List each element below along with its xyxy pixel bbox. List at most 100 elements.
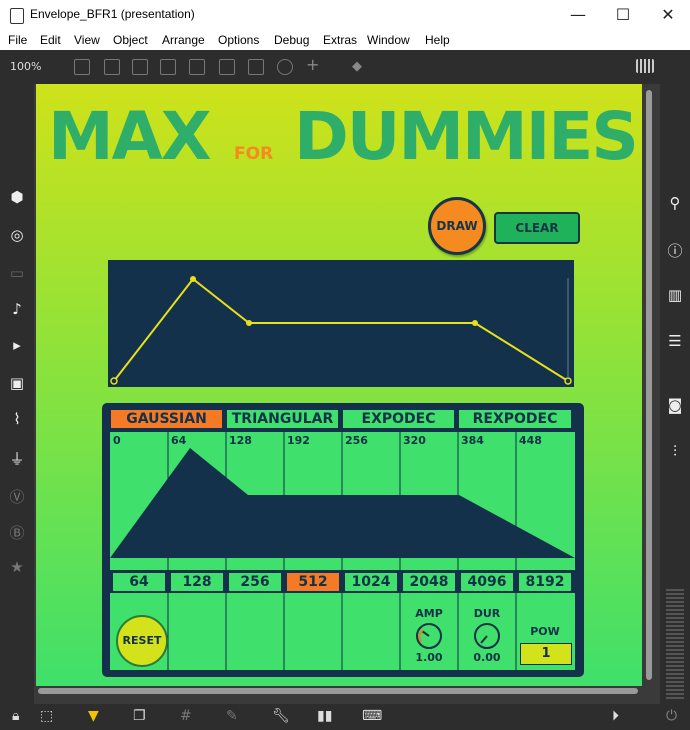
message-box-icon[interactable] [74, 59, 90, 75]
wrench-icon[interactable]: 🔧︎ [272, 708, 290, 724]
menu-view[interactable]: View [74, 33, 100, 47]
size-button-4096[interactable]: 4096 [460, 572, 514, 592]
dial-icon[interactable] [277, 59, 293, 75]
menu-bar: File Edit View Object Arrange Options De… [0, 30, 690, 50]
package-icon[interactable]: ⬢ [5, 188, 29, 206]
close-button[interactable]: ✕ [648, 3, 688, 27]
plug-icon[interactable]: ⏚ [5, 448, 29, 469]
tab-gaussian[interactable]: GAUSSIAN [110, 409, 223, 429]
size-button-256[interactable]: 256 [228, 572, 282, 592]
envelope-point[interactable] [472, 320, 478, 326]
menu-options[interactable]: Options [218, 33, 259, 47]
mixer-icon[interactable]: ⫶ [663, 442, 687, 460]
horizontal-scrollbar[interactable] [38, 688, 638, 694]
menu-object[interactable]: Object [113, 33, 148, 47]
search-icon[interactable]: ⚲ [663, 194, 687, 212]
envelope-point[interactable] [564, 377, 572, 385]
index-label: 384 [461, 434, 484, 447]
envelope-graph[interactable] [108, 260, 574, 387]
zoom-level[interactable]: 100% [10, 60, 41, 73]
maximize-button[interactable]: ☐ [603, 3, 643, 27]
keyboard-icon[interactable]: ⌨ [362, 708, 382, 724]
menu-help[interactable]: Help [425, 33, 450, 47]
logo: MAX FOR DUMMIES [48, 98, 648, 178]
lock-icon[interactable]: 🔒︎ [12, 708, 19, 724]
size-button-8192[interactable]: 8192 [518, 572, 572, 592]
envelope-editor[interactable] [108, 260, 574, 387]
toolbar: 100% + ◆ [0, 50, 690, 84]
piano-icon[interactable]: ▮▮ [317, 708, 332, 724]
amp-dial-needle [418, 629, 430, 643]
bang-icon[interactable] [189, 59, 205, 75]
index-label: 320 [403, 434, 426, 447]
amp-label: AMP [415, 607, 443, 620]
index-label: 0 [113, 434, 121, 447]
draw-button[interactable]: DRAW [428, 197, 486, 255]
reference-book-icon[interactable]: ▥ [663, 286, 687, 304]
waveform-display[interactable]: 0 64 128 192 256 320 384 448 [110, 432, 575, 570]
title-bar: Envelope_BFR1 (presentation) — ☐ ✕ [0, 0, 690, 30]
paperclip-icon[interactable]: ⌇ [5, 410, 29, 428]
menu-window[interactable]: Window [367, 33, 410, 47]
tab-rexpodec[interactable]: REXPODEC [458, 409, 572, 429]
menu-file[interactable]: File [8, 33, 27, 47]
power-icon[interactable]: ⏻ [666, 708, 677, 724]
snapshot-icon[interactable]: ◙ [663, 396, 687, 414]
index-label: 64 [171, 434, 187, 447]
size-button-2048[interactable]: 2048 [402, 572, 456, 592]
amp-value: 1.00 [415, 651, 443, 664]
envelope-point[interactable] [190, 276, 196, 282]
tab-triangular[interactable]: TRIANGULAR [226, 409, 339, 429]
play-object-icon[interactable] [219, 59, 235, 75]
menu-debug[interactable]: Debug [274, 33, 309, 47]
slider-icon[interactable] [248, 59, 264, 75]
menu-extras[interactable]: Extras [323, 33, 357, 47]
minimize-button[interactable]: — [558, 3, 598, 27]
beap-icon[interactable]: Ⓑ [5, 522, 29, 543]
size-button-512[interactable]: 512 [286, 572, 340, 592]
paint-bucket-icon[interactable]: ◆ [352, 59, 366, 74]
right-sidebar: ⚲ ⓘ ▥ ☰ ◙ ⫶ [660, 84, 690, 704]
dur-label: DUR [473, 607, 501, 620]
reset-button[interactable]: RESET [116, 615, 168, 667]
envelope-point[interactable] [246, 320, 252, 326]
clear-button[interactable]: CLEAR [494, 212, 580, 244]
sequencer-icon[interactable]: ▸ [5, 336, 29, 354]
number-box-icon[interactable] [104, 59, 120, 75]
image-icon[interactable]: ▣ [5, 374, 29, 392]
size-button-64[interactable]: 64 [112, 572, 166, 592]
dur-dial[interactable] [474, 623, 500, 649]
logo-for: FOR [234, 144, 274, 164]
music-note-icon[interactable]: ♪ [5, 300, 29, 318]
amp-dial[interactable] [416, 623, 442, 649]
tab-expodec[interactable]: EXPODEC [342, 409, 455, 429]
size-button-128[interactable]: 128 [170, 572, 224, 592]
size-button-1024[interactable]: 1024 [344, 572, 398, 592]
grid-icon[interactable] [636, 59, 654, 73]
pow-number-box[interactable]: 1 [520, 643, 572, 665]
target-icon[interactable]: ◎ [5, 226, 29, 244]
menu-arrange[interactable]: Arrange [162, 33, 205, 47]
presentation-patch: MAX FOR DUMMIES DRAW CLEAR GAUSSIAN TRIA… [36, 84, 642, 686]
grid-toggle-icon[interactable]: # [180, 708, 192, 724]
list-icon[interactable]: ☰ [663, 332, 687, 350]
level-meter [666, 589, 684, 701]
comment-icon[interactable] [132, 59, 148, 75]
audio-icon[interactable]: ▭ [5, 264, 29, 282]
presentation-icon[interactable]: ▼ [88, 708, 99, 724]
star-icon[interactable]: ★ [5, 558, 29, 576]
info-icon[interactable]: ⓘ [663, 240, 687, 261]
pow-label: POW [530, 625, 560, 638]
envelope-point[interactable] [110, 377, 118, 385]
debug-icon[interactable]: ✎ [226, 708, 238, 724]
audio-play-icon[interactable]: ⏵ [612, 708, 619, 724]
index-label: 128 [229, 434, 252, 447]
windows-icon[interactable]: ❐ [133, 708, 146, 724]
menu-edit[interactable]: Edit [40, 33, 61, 47]
toggle-icon[interactable] [160, 59, 176, 75]
vertical-scrollbar[interactable] [646, 90, 652, 680]
add-object-icon[interactable]: + [306, 57, 320, 73]
edit-mode-icon[interactable]: ⬚ [40, 708, 53, 724]
dur-dial-needle [480, 635, 488, 644]
vizzie-icon[interactable]: Ⓥ [5, 486, 29, 507]
